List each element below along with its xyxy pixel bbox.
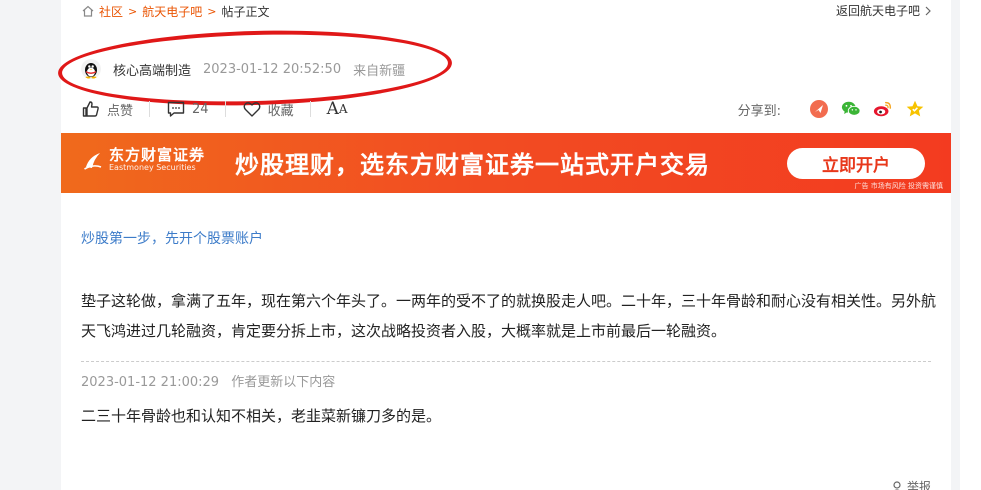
comment-count: 24 <box>192 101 209 117</box>
update-meta: 2023-01-12 21:00:29 作者更新以下内容 <box>81 371 343 390</box>
share-weibo-button[interactable] <box>873 99 893 119</box>
back-to-forum-link[interactable]: 返回航天电子吧 <box>836 2 931 19</box>
like-button[interactable]: 点赞 <box>81 99 133 119</box>
home-icon[interactable] <box>81 4 95 18</box>
open-account-promo-link[interactable]: 炒股第一步，先开个股票账户 <box>81 228 263 248</box>
share-favorite-button[interactable] <box>905 99 925 119</box>
favorite-button[interactable]: 收藏 <box>242 99 294 119</box>
banner-brand-en: Eastmoney Securities <box>109 163 196 172</box>
ad-banner[interactable]: 东方财富证券 Eastmoney Securities 炒股理财，选东方财富证券… <box>61 133 951 193</box>
comment-button[interactable]: 24 <box>166 99 209 119</box>
heart-icon <box>243 102 261 117</box>
divider <box>224 101 226 117</box>
chevron-right-icon <box>925 6 931 15</box>
update-body: 二三十年骨龄也和认知不相关，老韭菜新镰刀多的是。 <box>81 407 442 425</box>
breadcrumb: 社区 > 航天电子吧 > 帖子正文 <box>81 2 269 20</box>
weibo-icon <box>873 101 892 117</box>
banner-logo: 东方财富证券 Eastmoney Securities <box>83 147 205 173</box>
divider <box>149 101 151 117</box>
report-label: 举报 <box>906 480 931 490</box>
post-location: 来自新疆 <box>353 63 406 79</box>
post-body: 垫子这轮做，拿满了五年，现在第六个年头了。一两年的受不了的就换股走人吧。二十年，… <box>81 292 937 340</box>
open-account-button[interactable]: 立即开户 <box>787 148 925 179</box>
breadcrumb-community[interactable]: 社区 <box>99 3 123 20</box>
back-link-label[interactable]: 返回航天电子吧 <box>836 2 920 19</box>
post-time: 2023-01-12 20:52:50 <box>203 61 342 77</box>
post-detail-panel: 社区 > 航天电子吧 > 帖子正文 返回航天电子吧 核心高端制造 2023-01… <box>57 0 951 490</box>
breadcrumb-forum[interactable]: 航天电子吧 <box>142 3 202 20</box>
update-divider <box>81 361 931 362</box>
update-label: 作者更新以下内容 <box>231 375 336 390</box>
qq-penguin-icon <box>81 59 101 79</box>
share-wechat-button[interactable] <box>841 99 861 119</box>
share-icon-orange <box>810 100 828 118</box>
report-button[interactable]: 举报 <box>890 478 931 490</box>
star-icon <box>906 100 924 117</box>
share-orange-button[interactable] <box>809 99 829 119</box>
font-size-small[interactable]: A <box>339 102 348 116</box>
breadcrumb-current: 帖子正文 <box>221 4 270 19</box>
banner-brand: 东方财富证券 <box>109 146 206 164</box>
banner-disclaimer: 广告 市场有风险 投资需谨慎 <box>854 182 943 190</box>
font-size-toggle[interactable]: AA <box>327 99 348 119</box>
like-label: 点赞 <box>107 103 134 119</box>
divider <box>309 101 311 117</box>
font-size-large[interactable]: A <box>327 99 339 119</box>
breadcrumb-separator: > <box>128 4 138 18</box>
right-sidebar-edge <box>960 0 981 490</box>
report-icon <box>893 480 901 490</box>
update-time: 2023-01-12 21:00:29 <box>81 375 220 390</box>
avatar[interactable] <box>81 59 101 79</box>
wechat-icon <box>841 101 861 116</box>
author-name[interactable]: 核心高端制造 <box>113 60 191 79</box>
banner-slogan: 炒股理财，选东方财富证券一站式开户交易 <box>235 151 710 179</box>
thumbs-up-icon <box>82 101 99 117</box>
post-author-row: 核心高端制造 2023-01-12 20:52:50 来自新疆 <box>81 58 405 80</box>
share-bar: 分享到: <box>738 97 925 121</box>
share-label: 分享到: <box>737 103 781 119</box>
eastmoney-logo-icon <box>84 153 102 170</box>
comment-icon <box>167 101 185 117</box>
post-action-bar: 点赞 24 收藏 AA <box>81 97 364 121</box>
favorite-label: 收藏 <box>267 103 294 119</box>
breadcrumb-separator: > <box>207 4 217 18</box>
